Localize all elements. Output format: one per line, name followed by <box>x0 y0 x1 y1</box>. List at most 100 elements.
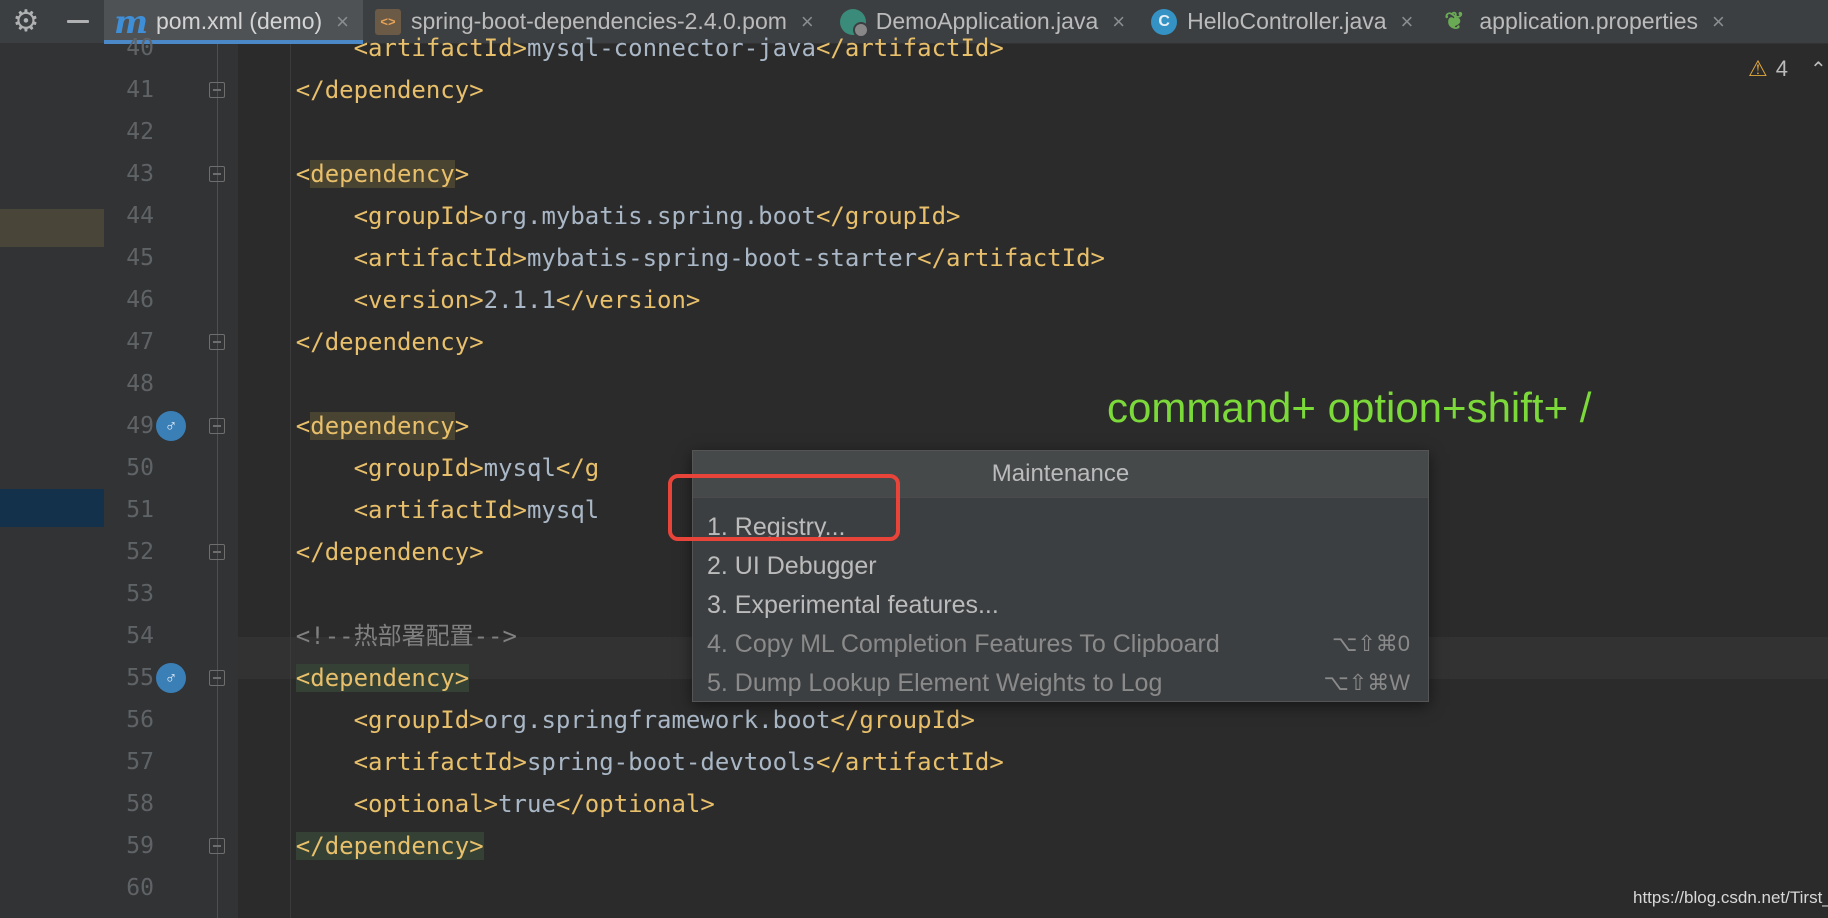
minimize-icon[interactable] <box>52 0 104 43</box>
settings-gear-icon[interactable]: ⚙ <box>0 0 52 43</box>
line-number: 55 <box>126 665 154 691</box>
inspection-widget[interactable]: ⚠ 4 ⌃ <box>1748 56 1827 82</box>
maven-dependency-icon[interactable]: ♂ <box>156 663 186 693</box>
code-token: </groupId> <box>830 706 975 734</box>
popup-menu-item-shortcut: ⌥⇧⌘W <box>1323 670 1410 695</box>
line-number: 46 <box>126 287 154 313</box>
editor-tab[interactable]: C HelloController.java × <box>1139 0 1427 43</box>
code-line[interactable]: <version>2.1.1</version> <box>238 279 701 321</box>
code-line[interactable]: </dependency> <box>238 321 484 363</box>
code-line[interactable]: </dependency> <box>238 531 484 573</box>
code-token: > <box>454 160 470 188</box>
code-line[interactable]: <dependency> <box>238 153 469 195</box>
popup-menu-item[interactable]: 3. Experimental features... <box>707 586 1410 624</box>
highlight-box <box>668 474 900 541</box>
popup-menu-item-shortcut: ⌥⇧⌘0 <box>1331 631 1410 656</box>
code-token: mysql-connector-java <box>526 34 816 62</box>
line-number: 59 <box>126 833 154 859</box>
code-line[interactable]: </dependency> <box>238 825 484 867</box>
fold-marker-icon[interactable] <box>209 82 225 98</box>
line-number: 49 <box>126 413 154 439</box>
popup-menu-item-label: 4. Copy ML Completion Features To Clipbo… <box>707 629 1220 658</box>
line-number: 53 <box>126 581 154 607</box>
code-line[interactable]: <groupId>org.springframework.boot</group… <box>238 699 975 741</box>
line-number: 56 <box>126 707 154 733</box>
code-line[interactable]: <dependency> <box>238 657 470 699</box>
popup-menu-item[interactable]: 4. Copy ML Completion Features To Clipbo… <box>707 625 1410 663</box>
line-number: 52 <box>126 539 154 565</box>
line-number: 54 <box>126 623 154 649</box>
editor-tab-label: application.properties <box>1479 8 1699 34</box>
chevron-up-icon[interactable]: ⌃ <box>1810 57 1827 82</box>
class-icon: C <box>1151 8 1178 35</box>
code-line[interactable]: <groupId>org.mybatis.spring.boot</groupI… <box>238 195 961 237</box>
line-number: 44 <box>126 203 154 229</box>
editor-tab-label: HelloController.java <box>1187 8 1387 34</box>
code-token: dependency <box>310 160 455 188</box>
fold-marker-icon[interactable] <box>209 334 225 350</box>
line-number: 48 <box>126 371 154 397</box>
line-number: 43 <box>126 161 154 187</box>
code-token: <groupId> <box>238 202 484 230</box>
code-token: </version> <box>555 286 701 314</box>
fold-marker-icon[interactable] <box>209 670 225 686</box>
code-token: <artifactId> <box>238 34 527 62</box>
code-line[interactable]: <optional>true</optional> <box>238 783 715 825</box>
code-token: 2.1.1 <box>483 286 556 314</box>
watermark: https://blog.csdn.net/Tirst_ <box>1633 888 1828 907</box>
close-tab-icon[interactable]: × <box>1401 9 1414 35</box>
code-token: <groupId> <box>238 706 484 734</box>
line-number: 58 <box>126 791 154 817</box>
fold-marker-icon[interactable] <box>209 166 225 182</box>
code-token: org.springframework.boot <box>483 706 831 734</box>
code-line[interactable]: <artifactId>spring-boot-devtools</artifa… <box>238 741 1004 783</box>
popup-menu-item-label: 2. UI Debugger <box>707 551 877 580</box>
code-line[interactable]: <groupId>mysql</g <box>238 447 600 489</box>
code-line[interactable]: </dependency> <box>238 69 484 111</box>
popup-menu-item[interactable]: 2. UI Debugger <box>707 547 1410 585</box>
strip-marker <box>0 209 104 247</box>
fold-marker-icon[interactable] <box>209 838 225 854</box>
code-token: <artifactId> <box>238 748 527 776</box>
spring-leaf-icon: ❦ <box>1444 8 1465 35</box>
close-tab-icon[interactable]: × <box>1112 9 1125 35</box>
fold-marker-icon[interactable] <box>209 544 225 560</box>
line-number: 42 <box>126 119 154 145</box>
line-number: 47 <box>126 329 154 355</box>
code-token: <artifactId> <box>238 496 527 524</box>
code-line[interactable]: <artifactId>mysql-connector-java</artifa… <box>238 27 1004 69</box>
popup-menu-item-label: 3. Experimental features... <box>707 590 999 619</box>
code-token: mybatis-spring-boot-starter <box>526 244 918 272</box>
code-token: <dependency> <box>295 664 470 692</box>
code-line[interactable]: <artifactId>mysql <box>238 489 600 531</box>
code-token: </artifactId> <box>815 748 1004 776</box>
warning-count: 4 <box>1775 56 1788 81</box>
left-tool-strip <box>0 44 104 918</box>
code-token: </g <box>555 454 600 482</box>
code-token: org.mybatis.spring.boot <box>483 202 816 230</box>
code-line[interactable]: <!--热部署配置--> <box>238 615 517 657</box>
code-token: </groupId> <box>815 202 961 230</box>
code-token: </dependency> <box>238 76 484 104</box>
code-token: <optional> <box>238 790 499 818</box>
code-token: <artifactId> <box>238 244 527 272</box>
code-token: true <box>498 790 556 818</box>
code-token: </artifactId> <box>815 34 1004 62</box>
code-line[interactable]: <artifactId>mybatis-spring-boot-starter<… <box>238 237 1105 279</box>
code-line[interactable]: <dependency> <box>238 405 469 447</box>
line-number: 60 <box>126 875 154 901</box>
code-token: dependency <box>310 412 455 440</box>
fold-marker-icon[interactable] <box>209 418 225 434</box>
line-number: 41 <box>126 77 154 103</box>
popup-menu-item[interactable]: 5. Dump Lookup Element Weights to Log ⌥⇧⌘… <box>707 664 1410 702</box>
line-number: 45 <box>126 245 154 271</box>
popup-menu-item-label: 5. Dump Lookup Element Weights to Log <box>707 668 1163 697</box>
close-tab-icon[interactable]: × <box>1712 9 1725 35</box>
editor-tab[interactable]: ❦ application.properties × <box>1427 0 1739 43</box>
warning-icon: ⚠ <box>1748 56 1768 81</box>
code-token: spring-boot-devtools <box>526 748 816 776</box>
code-token: mysql <box>526 496 600 524</box>
maven-dependency-icon[interactable]: ♂ <box>156 411 186 441</box>
